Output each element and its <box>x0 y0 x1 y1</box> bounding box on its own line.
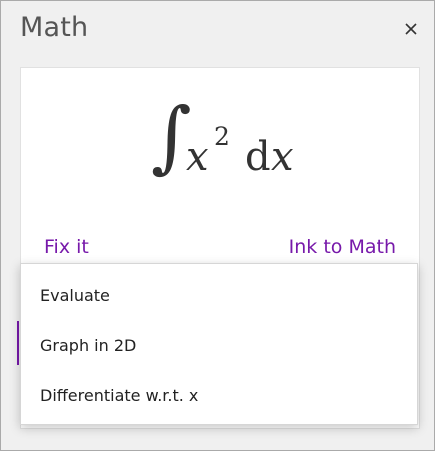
equation-differential: d <box>245 134 271 180</box>
math-pane: Math ∫ x 2 d x Fix it Ink to Math Evalua… <box>0 0 435 451</box>
equation-exponent: 2 <box>214 122 230 151</box>
equation-variable: x <box>186 134 209 180</box>
ink-to-math-link[interactable]: Ink to Math <box>289 236 396 258</box>
fix-it-link[interactable]: Fix it <box>44 236 89 258</box>
selection-accent-bar <box>17 321 19 365</box>
pane-title: Math <box>20 12 89 43</box>
menu-item-graph-2d[interactable]: Graph in 2D <box>21 321 417 371</box>
equation-differential-variable: x <box>271 134 294 180</box>
ink-equation: ∫ x 2 d x <box>151 96 311 206</box>
menu-item-evaluate[interactable]: Evaluate <box>21 271 417 321</box>
close-icon <box>405 23 417 35</box>
action-dropdown-menu: Evaluate Graph in 2D Differentiate w.r.t… <box>20 263 418 425</box>
menu-item-differentiate[interactable]: Differentiate w.r.t. x <box>21 371 417 421</box>
close-button[interactable] <box>399 17 423 41</box>
